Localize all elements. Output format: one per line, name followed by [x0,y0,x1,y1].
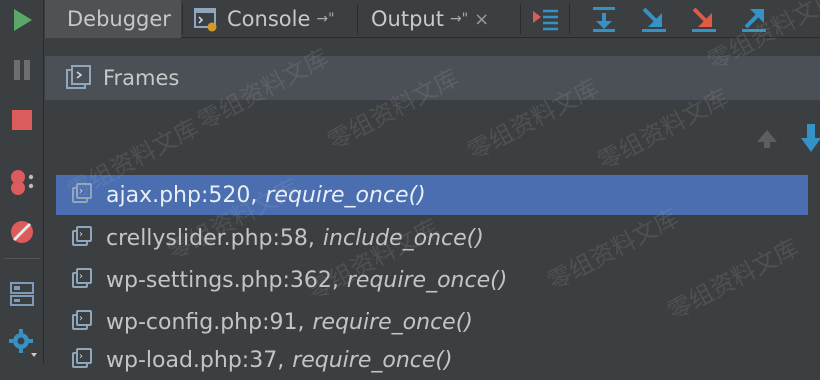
mute-breakpoints-icon[interactable] [6,216,38,248]
frame-function: require_once() [346,267,508,293]
frames-header: Frames [45,56,820,100]
settings-icon[interactable] [6,326,38,358]
toolbar-gap [45,38,820,56]
view-breakpoints-icon[interactable] [6,166,38,198]
tab-console-label: Console [227,7,311,31]
tab-output[interactable]: Output →" × [371,0,489,38]
frame-row[interactable]: › wp-load.php:37, require_once() [56,340,820,380]
step-into-icon[interactable] [638,3,670,35]
frame-location: wp-settings.php:362, [106,267,339,293]
tab-debugger-label: Debugger [67,7,171,31]
frames-title: Frames [103,66,180,90]
close-tab-icon[interactable]: × [474,9,489,30]
pin-tab-icon[interactable]: →" [450,11,468,27]
step-out-icon[interactable] [688,3,720,35]
frame-icon: › [70,226,94,250]
tab-debugger[interactable]: Debugger [45,0,181,38]
frame-row[interactable]: › wp-config.php:91, require_once() [56,302,820,342]
frame-row[interactable]: › ajax.php:520, require_once() [56,175,808,215]
step-over-icon[interactable] [588,3,620,35]
pause-icon[interactable] [6,54,38,86]
frame-location: ajax.php:520, [106,182,258,208]
layout-icon[interactable] [6,278,38,310]
frame-function: require_once() [265,182,426,208]
previous-frame-icon[interactable] [755,126,779,150]
tab-output-label: Output [371,7,444,31]
frame-function: include_once() [322,225,484,251]
show-execution-point-icon[interactable] [529,3,561,35]
frame-icon: › [70,183,94,207]
frame-function: require_once() [292,347,453,373]
console-icon [193,6,219,32]
frames-icon [65,64,93,92]
frame-icon: › [70,310,94,334]
frame-row[interactable]: › wp-settings.php:362, require_once() [56,260,820,300]
tab-console[interactable]: Console →" [193,0,335,38]
resume-icon[interactable] [6,4,38,36]
tool-window-tabbar: Debugger Console →" Output →" × [45,0,820,38]
frame-location: wp-config.php:91, [106,309,305,335]
debugger-toolbar [0,0,44,364]
frame-location: wp-load.php:37, [106,347,285,373]
frame-icon: › [70,348,94,372]
stop-icon[interactable] [6,104,38,136]
frame-location: crellyslider.php:58, [106,225,315,251]
frame-icon: › [70,268,94,292]
run-to-cursor-icon[interactable] [738,3,770,35]
frame-row[interactable]: › crellyslider.php:58, include_once() [56,218,820,258]
frame-function: require_once() [312,309,473,335]
pin-tab-icon[interactable]: →" [316,11,334,27]
next-frame-icon[interactable] [801,122,820,156]
